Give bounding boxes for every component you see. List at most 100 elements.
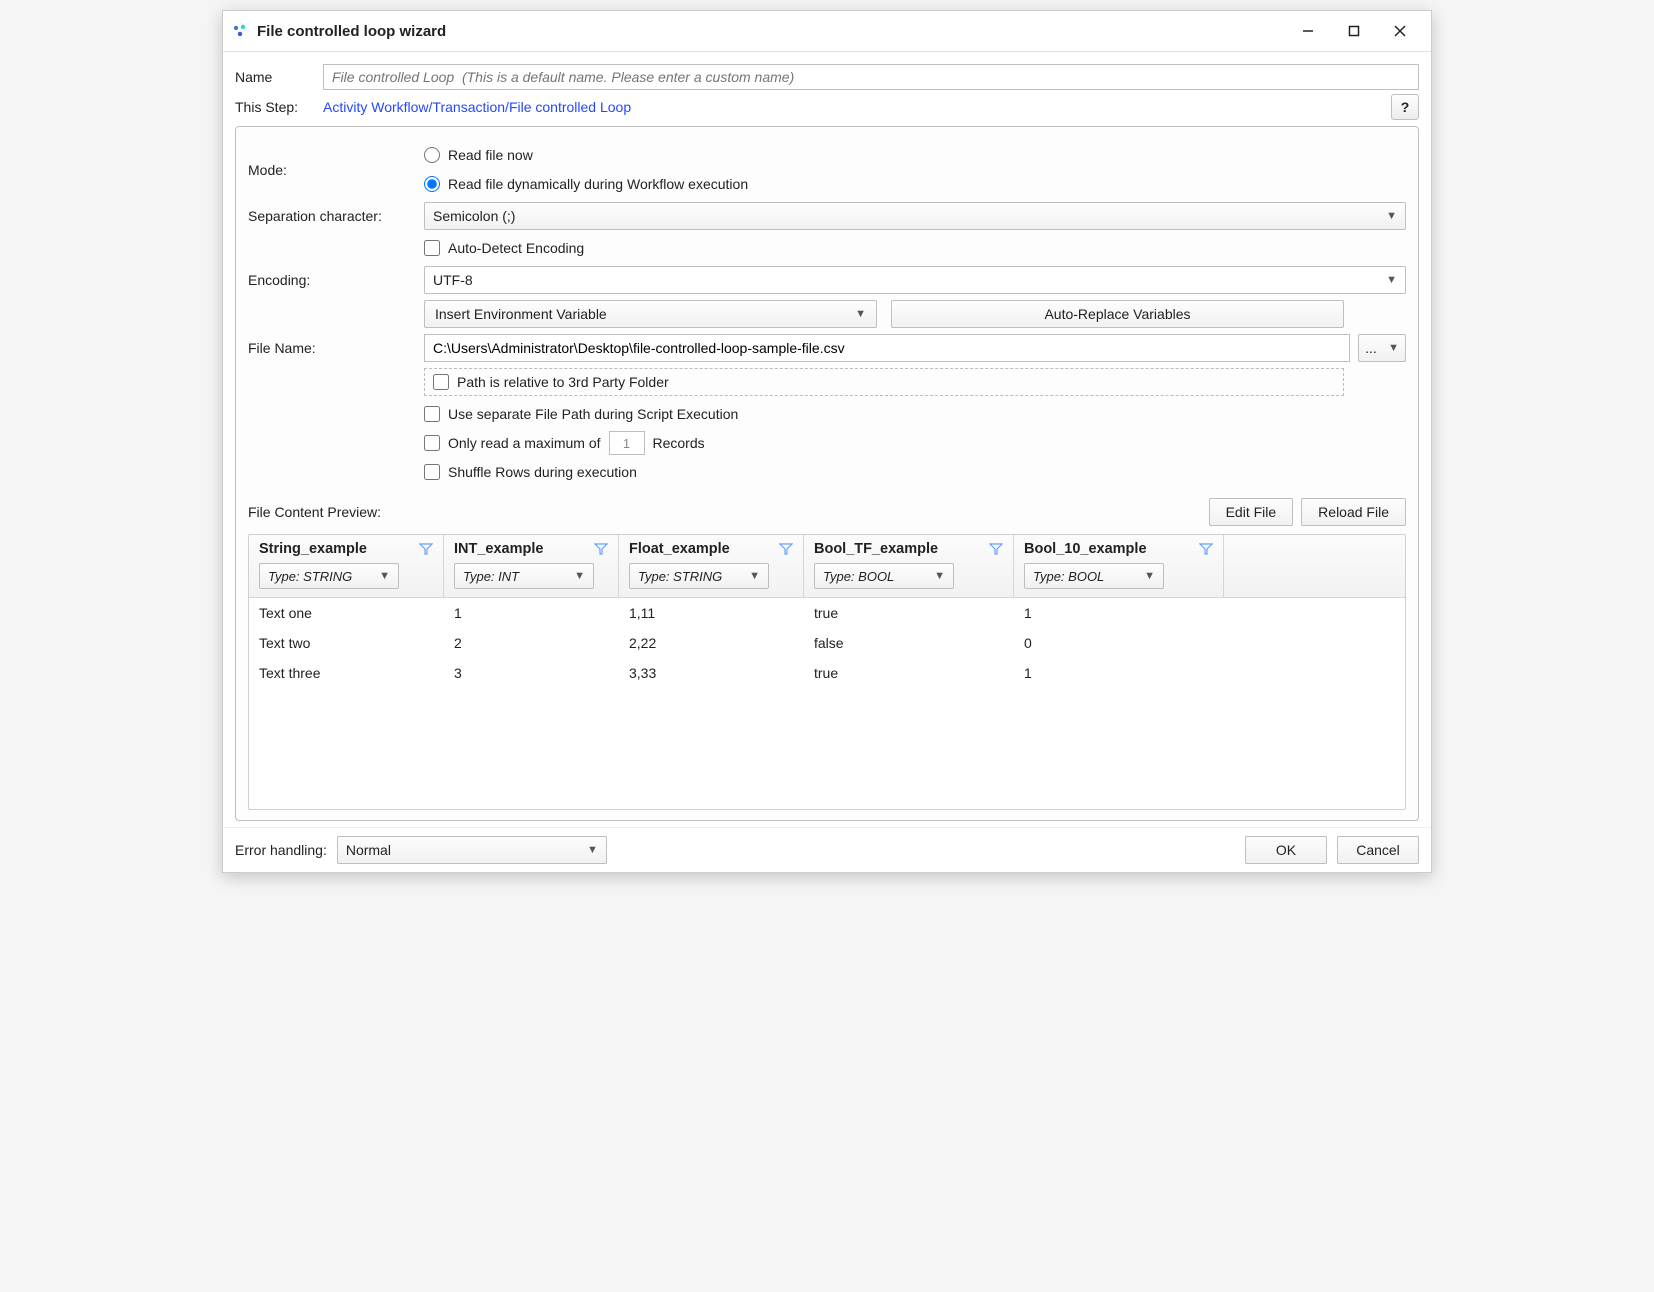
path-relative-checkbox[interactable]: [433, 374, 449, 390]
error-handling-select[interactable]: Normal ▼: [337, 836, 607, 864]
mode-read-dynamic-radio[interactable]: [424, 176, 440, 192]
column-type-select[interactable]: Type: STRING ▼: [629, 563, 769, 589]
close-button[interactable]: [1377, 17, 1423, 45]
name-label: Name: [235, 69, 315, 85]
chevron-down-icon: ▼: [574, 570, 585, 582]
chevron-down-icon: ▼: [1144, 570, 1155, 582]
ok-label: OK: [1276, 842, 1296, 858]
column-header-spacer: [1224, 535, 1405, 597]
cell: 2: [444, 631, 619, 655]
max-records-input[interactable]: [609, 431, 645, 455]
path-relative-container: Path is relative to 3rd Party Folder: [424, 368, 1344, 396]
filter-icon[interactable]: [419, 542, 433, 556]
column-name: Bool_TF_example: [814, 541, 938, 557]
mode-read-dynamic[interactable]: Read file dynamically during Workflow ex…: [424, 172, 1406, 196]
separate-file-path-checkbox[interactable]: [424, 406, 440, 422]
column-type-select[interactable]: Type: STRING ▼: [259, 563, 399, 589]
max-records-checkbox[interactable]: [424, 435, 440, 451]
file-name-input[interactable]: [424, 334, 1350, 362]
auto-replace-button[interactable]: Auto-Replace Variables: [891, 300, 1344, 328]
max-records-suffix: Records: [653, 435, 705, 451]
table-row[interactable]: Text one 1 1,11 true 1: [249, 598, 1405, 628]
auto-detect-encoding[interactable]: Auto-Detect Encoding: [424, 236, 1406, 260]
reload-file-button[interactable]: Reload File: [1301, 498, 1406, 526]
insert-env-var-button[interactable]: Insert Environment Variable ▼: [424, 300, 877, 328]
column-header[interactable]: INT_example Type: INT ▼: [444, 535, 619, 597]
auto-detect-encoding-label: Auto-Detect Encoding: [448, 240, 584, 256]
name-input[interactable]: [323, 64, 1419, 90]
edit-file-button[interactable]: Edit File: [1209, 498, 1294, 526]
edit-file-label: Edit File: [1226, 504, 1277, 520]
table-row[interactable]: Text two 2 2,22 false 0: [249, 628, 1405, 658]
cell: Text two: [249, 631, 444, 655]
cell: 2,22: [619, 631, 804, 655]
browse-label: ...: [1365, 340, 1377, 356]
column-header[interactable]: Float_example Type: STRING ▼: [619, 535, 804, 597]
separation-label: Separation character:: [248, 208, 418, 224]
column-name: INT_example: [454, 541, 543, 557]
wizard-window: File controlled loop wizard Name This St…: [222, 10, 1432, 873]
column-type: Type: BOOL: [823, 569, 894, 584]
cell: 1: [1014, 661, 1224, 685]
separation-select[interactable]: Semicolon (;) ▼: [424, 202, 1406, 230]
error-handling-label: Error handling:: [235, 842, 327, 858]
chevron-down-icon: ▼: [934, 570, 945, 582]
cell: 1,11: [619, 601, 804, 625]
file-name-label: File Name:: [248, 340, 418, 356]
mode-read-now-radio[interactable]: [424, 147, 440, 163]
encoding-select[interactable]: UTF-8 ▼: [424, 266, 1406, 294]
chevron-down-icon: ▼: [1386, 210, 1397, 222]
cell: Text three: [249, 661, 444, 685]
ok-button[interactable]: OK: [1245, 836, 1327, 864]
filter-icon[interactable]: [594, 542, 608, 556]
separate-file-path[interactable]: Use separate File Path during Script Exe…: [424, 402, 1406, 426]
caret-down-icon: ▼: [855, 308, 866, 320]
help-button[interactable]: ?: [1391, 94, 1419, 120]
chevron-down-icon: ▼: [749, 570, 760, 582]
filter-icon[interactable]: [989, 542, 1003, 556]
auto-detect-encoding-checkbox[interactable]: [424, 240, 440, 256]
mode-read-now[interactable]: Read file now: [424, 143, 1406, 167]
cancel-label: Cancel: [1356, 842, 1400, 858]
column-type: Type: BOOL: [1033, 569, 1104, 584]
settings-panel: Mode: Read file now Read file dynamicall…: [235, 126, 1419, 821]
filter-icon[interactable]: [1199, 542, 1213, 556]
max-records-prefix: Only read a maximum of: [448, 435, 601, 451]
column-header[interactable]: Bool_10_example Type: BOOL ▼: [1014, 535, 1224, 597]
table-row[interactable]: Text three 3 3,33 true 1: [249, 658, 1405, 688]
chevron-down-icon: ▼: [379, 570, 390, 582]
separation-value: Semicolon (;): [433, 208, 515, 224]
cell: 3: [444, 661, 619, 685]
maximize-button[interactable]: [1331, 17, 1377, 45]
this-step-link[interactable]: Activity Workflow/Transaction/File contr…: [323, 99, 631, 115]
cell: 1: [1014, 601, 1224, 625]
cell: 3,33: [619, 661, 804, 685]
table-header: String_example Type: STRING ▼ INT_exa: [249, 535, 1405, 598]
column-type-select[interactable]: Type: INT ▼: [454, 563, 594, 589]
shuffle-rows-checkbox[interactable]: [424, 464, 440, 480]
column-type-select[interactable]: Type: BOOL ▼: [1024, 563, 1164, 589]
column-type-select[interactable]: Type: BOOL ▼: [814, 563, 954, 589]
reload-file-label: Reload File: [1318, 504, 1389, 520]
error-handling-value: Normal: [346, 842, 391, 858]
filter-icon[interactable]: [779, 542, 793, 556]
bottom-bar: Error handling: Normal ▼ OK Cancel: [223, 827, 1431, 872]
browse-button[interactable]: ... ▼: [1358, 334, 1406, 362]
cell: 1: [444, 601, 619, 625]
cell: 0: [1014, 631, 1224, 655]
separate-file-path-label: Use separate File Path during Script Exe…: [448, 406, 738, 422]
mode-read-now-label: Read file now: [448, 147, 533, 163]
encoding-label: Encoding:: [248, 272, 418, 288]
column-type: Type: STRING: [268, 569, 352, 584]
column-header[interactable]: String_example Type: STRING ▼: [249, 535, 444, 597]
column-header[interactable]: Bool_TF_example Type: BOOL ▼: [804, 535, 1014, 597]
minimize-button[interactable]: [1285, 17, 1331, 45]
auto-replace-label: Auto-Replace Variables: [1044, 306, 1190, 322]
this-step-label: This Step:: [235, 99, 315, 115]
cell: false: [804, 631, 1014, 655]
mode-read-dynamic-label: Read file dynamically during Workflow ex…: [448, 176, 748, 192]
shuffle-rows[interactable]: Shuffle Rows during execution: [424, 460, 1406, 484]
cancel-button[interactable]: Cancel: [1337, 836, 1419, 864]
max-records[interactable]: Only read a maximum of Records: [424, 431, 1406, 455]
app-icon: [231, 22, 249, 40]
